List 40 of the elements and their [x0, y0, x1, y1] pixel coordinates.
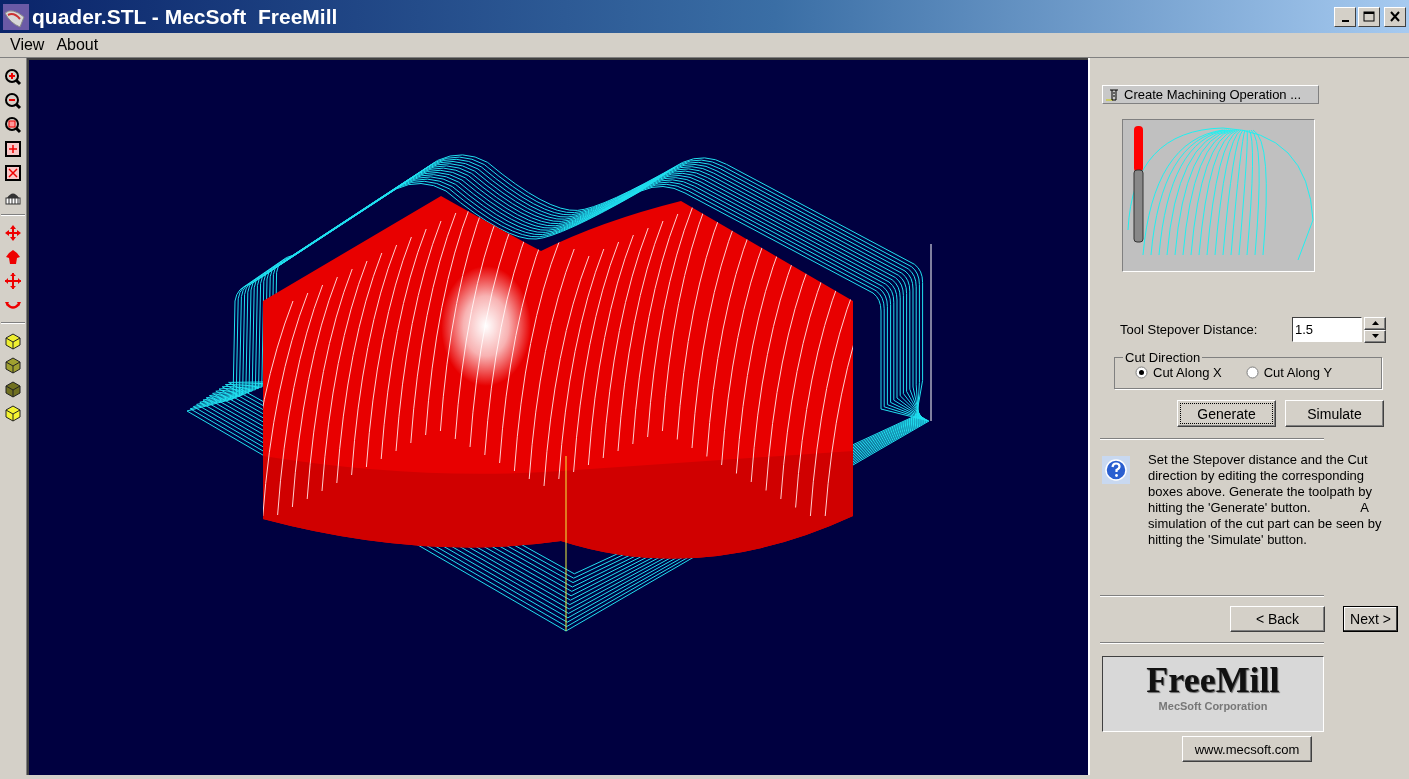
zoom-in-icon[interactable] [4, 68, 22, 86]
stepover-field[interactable]: 1.5 [1292, 317, 1362, 342]
close-button[interactable] [1384, 6, 1406, 27]
menu-item[interactable]: About [50, 36, 105, 54]
cube-icon[interactable] [4, 380, 22, 398]
nav-button[interactable]: < Back [1230, 606, 1325, 632]
app-icon [2, 2, 30, 31]
logo-company: MecSoft Corporation [1158, 700, 1268, 712]
cube-icon[interactable] [4, 332, 22, 350]
cube-icon[interactable] [4, 404, 22, 422]
close-icon [1389, 11, 1401, 22]
nav-button[interactable]: Next > [1343, 606, 1398, 632]
zoom-box-icon[interactable] [4, 116, 22, 134]
maximize-icon [1363, 11, 1375, 22]
create-operation-button[interactable]: Create Machining Operation ... [1102, 85, 1319, 104]
up-arrow-icon [1371, 321, 1379, 325]
action-button[interactable]: Simulate [1285, 400, 1384, 427]
logo-name: FreeMill [1146, 660, 1280, 700]
radio-option[interactable]: Cut Along X [1135, 365, 1222, 380]
radio-option[interactable]: Cut Along Y [1245, 365, 1333, 380]
minimize-icon [1341, 19, 1349, 22]
cube-icon[interactable] [4, 356, 22, 374]
move-arrows-icon[interactable] [4, 272, 22, 290]
zoom-fit-icon[interactable] [4, 164, 22, 182]
website-button[interactable]: www.mecsoft.com [1182, 736, 1312, 762]
help-text: Set the Stepover distance and the Cut direction by editing the corresponding boxes above. Generate the toolpath by hitting the 'Generate' button. A simulation of the cut part can be seen by hitting the 'Simulate' button. [1148, 452, 1383, 549]
down-arrow-icon [1371, 334, 1379, 338]
action-button[interactable]: Generate [1177, 400, 1276, 427]
stepover-label: Tool Stepover Distance: [1120, 322, 1259, 337]
mill-tool-icon [1105, 87, 1121, 102]
zoom-center-icon[interactable] [4, 140, 22, 158]
help-icon [1102, 456, 1130, 484]
pan-icon[interactable] [4, 224, 22, 242]
spin-up-button[interactable] [1364, 316, 1386, 330]
zoom-out-icon[interactable] [4, 92, 22, 110]
menu-item[interactable]: View [4, 36, 51, 54]
window-title: quader.STL - MecSoft FreeMill [32, 4, 339, 29]
maximize-button[interactable] [1358, 6, 1380, 27]
minimize-button[interactable] [1334, 6, 1356, 27]
group-title: Cut Direction [1124, 350, 1202, 365]
